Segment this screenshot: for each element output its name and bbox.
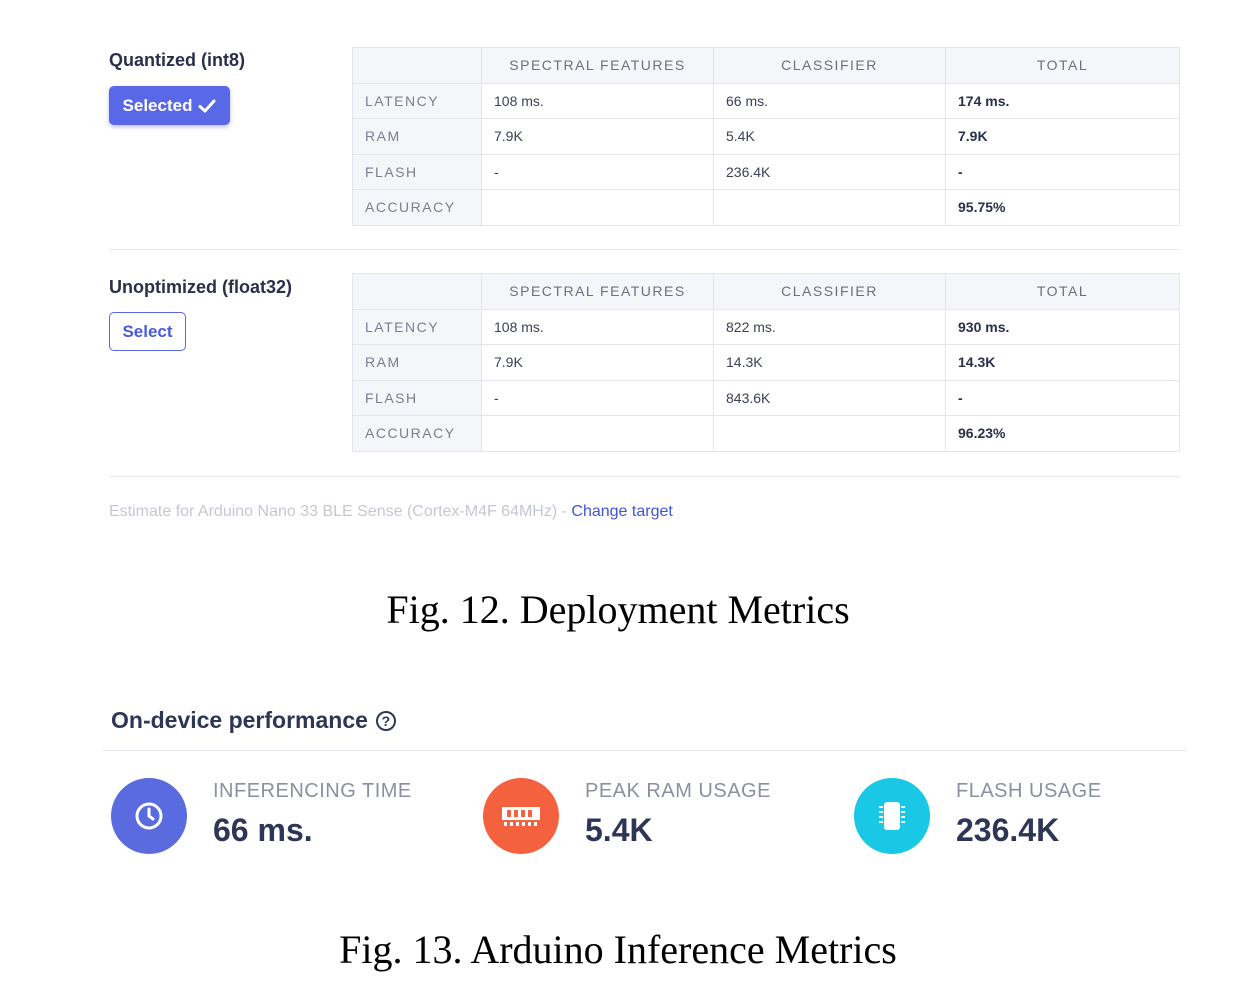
- select-button[interactable]: Select: [109, 312, 186, 351]
- metric-value: 5.4K: [585, 812, 653, 848]
- cell-classifier: 843.6K: [713, 379, 946, 416]
- figure-caption-13: Fig. 13. Arduino Inference Metrics: [339, 927, 897, 972]
- cell-spectral: 108 ms.: [481, 82, 714, 119]
- figure-caption-12: Fig. 12. Deployment Metrics: [386, 587, 850, 632]
- metrics-table-unoptimized: SPECTRAL FEATURES CLASSIFIER TOTAL LATEN…: [352, 273, 1180, 452]
- model-title-quantized: Quantized (int8): [109, 50, 245, 70]
- cell-total: 930 ms.: [945, 308, 1180, 345]
- cell-spectral: [481, 415, 714, 452]
- row-label: RAM: [352, 118, 482, 155]
- table-row: LATENCY 108 ms. 822 ms. 930 ms.: [352, 308, 1180, 345]
- performance-title: On-device performance: [111, 707, 368, 733]
- cell-total: 14.3K: [945, 344, 1180, 381]
- header-classifier: CLASSIFIER: [713, 273, 946, 310]
- metrics-table-quantized: SPECTRAL FEATURES CLASSIFIER TOTAL LATEN…: [352, 47, 1180, 226]
- selected-button-label: Selected: [122, 95, 193, 115]
- header-classifier: CLASSIFIER: [713, 47, 946, 84]
- cell-total: -: [945, 379, 1180, 416]
- estimate-text: Estimate for Arduino Nano 33 BLE Sense (…: [109, 503, 572, 520]
- table-row: ACCURACY 96.23%: [352, 415, 1180, 452]
- cell-spectral: -: [481, 153, 714, 190]
- cell-total: 96.23%: [945, 415, 1180, 452]
- table-row: FLASH - 843.6K -: [352, 379, 1180, 416]
- ram-icon: [483, 778, 559, 854]
- performance-divider: [103, 750, 1186, 751]
- estimate-note: Estimate for Arduino Nano 33 BLE Sense (…: [109, 503, 673, 521]
- chip-icon: [854, 778, 930, 854]
- row-label: RAM: [352, 344, 482, 381]
- cell-spectral: 108 ms.: [481, 308, 714, 345]
- model-title-unoptimized: Unoptimized (float32): [109, 277, 292, 297]
- header-empty: [352, 273, 482, 310]
- header-spectral-features: SPECTRAL FEATURES: [481, 273, 714, 310]
- row-label: FLASH: [352, 153, 482, 190]
- table-row: RAM 7.9K 5.4K 7.9K: [352, 118, 1180, 155]
- table-row: RAM 7.9K 14.3K 14.3K: [352, 344, 1180, 381]
- cell-total: 7.9K: [945, 118, 1180, 155]
- header-spectral-features: SPECTRAL FEATURES: [481, 47, 714, 84]
- checkmark-icon: [198, 99, 216, 112]
- change-target-link[interactable]: Change target: [571, 503, 672, 520]
- cell-classifier: [713, 415, 946, 452]
- header-empty: [352, 47, 482, 84]
- metric-card-flash-usage: FLASH USAGE 236.4K: [846, 755, 1186, 865]
- row-label: LATENCY: [352, 308, 482, 345]
- selected-button[interactable]: Selected: [109, 86, 230, 125]
- clock-icon: [111, 778, 187, 854]
- cell-total: -: [945, 153, 1180, 190]
- section-divider: [109, 476, 1180, 477]
- metric-label: FLASH USAGE: [956, 780, 1102, 802]
- cell-classifier: 14.3K: [713, 344, 946, 381]
- metric-card-inferencing-time: INFERENCING TIME 66 ms.: [103, 755, 443, 865]
- cell-spectral: -: [481, 379, 714, 416]
- cell-classifier: 5.4K: [713, 118, 946, 155]
- metric-card-peak-ram: PEAK RAM USAGE 5.4K: [475, 755, 815, 865]
- cell-classifier: 822 ms.: [713, 308, 946, 345]
- header-total: TOTAL: [945, 273, 1180, 310]
- section-divider: [109, 249, 1180, 250]
- cell-spectral: 7.9K: [481, 118, 714, 155]
- cell-classifier: 236.4K: [713, 153, 946, 190]
- table-header-row: SPECTRAL FEATURES CLASSIFIER TOTAL: [352, 273, 1180, 310]
- performance-heading: On-device performance ?: [111, 707, 396, 734]
- metric-value: 236.4K: [956, 812, 1060, 848]
- metric-label: PEAK RAM USAGE: [585, 780, 771, 802]
- table-row: LATENCY 108 ms. 66 ms. 174 ms.: [352, 82, 1180, 119]
- table-row: FLASH - 236.4K -: [352, 153, 1180, 190]
- table-header-row: SPECTRAL FEATURES CLASSIFIER TOTAL: [352, 47, 1180, 84]
- cell-spectral: 7.9K: [481, 344, 714, 381]
- row-label: LATENCY: [352, 82, 482, 119]
- row-label: FLASH: [352, 379, 482, 416]
- cell-classifier: [713, 189, 946, 226]
- metric-label: INFERENCING TIME: [213, 780, 412, 802]
- metric-value: 66 ms.: [213, 812, 313, 848]
- table-row: ACCURACY 95.75%: [352, 189, 1180, 226]
- cell-spectral: [481, 189, 714, 226]
- cell-total: 174 ms.: [945, 82, 1180, 119]
- cell-classifier: 66 ms.: [713, 82, 946, 119]
- header-total: TOTAL: [945, 47, 1180, 84]
- help-icon[interactable]: ?: [375, 710, 396, 731]
- row-label: ACCURACY: [352, 189, 482, 226]
- row-label: ACCURACY: [352, 415, 482, 452]
- cell-total: 95.75%: [945, 189, 1180, 226]
